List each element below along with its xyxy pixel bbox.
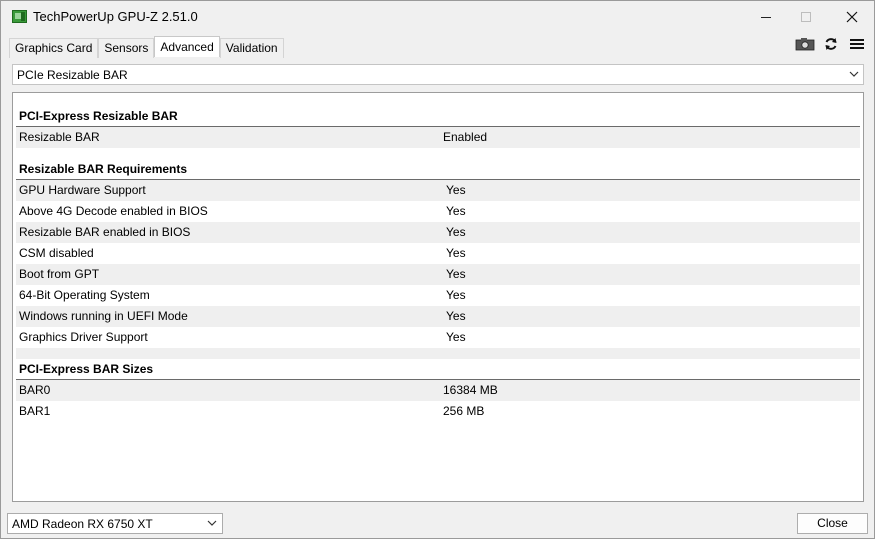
table-row: 64-Bit Operating System Yes — [16, 285, 860, 306]
table-row: GPU Hardware Support Yes — [16, 180, 860, 201]
refresh-button[interactable] — [820, 35, 842, 53]
section-header: PCI-Express BAR Sizes — [16, 359, 860, 380]
row-value: 16384 MB — [443, 383, 498, 397]
row-label: Resizable BAR — [19, 130, 100, 144]
row-label: BAR1 — [19, 404, 51, 418]
row-label: Graphics Driver Support — [19, 330, 148, 344]
row-value: Yes — [446, 225, 466, 239]
category-dropdown-value: PCIe Resizable BAR — [17, 68, 128, 82]
row-label: Above 4G Decode enabled in BIOS — [19, 204, 208, 218]
tab-validation[interactable]: Validation — [219, 38, 284, 58]
section-header: Resizable BAR Requirements — [16, 159, 860, 180]
tab-strip: Graphics Card Sensors Advanced Validatio… — [9, 36, 284, 58]
tab-sensors[interactable]: Sensors — [98, 38, 155, 58]
app-icon — [12, 10, 27, 23]
maximize-icon — [801, 12, 811, 22]
table-row: Boot from GPT Yes — [16, 264, 860, 285]
row-label: Boot from GPT — [19, 267, 100, 281]
close-window-button[interactable] — [829, 1, 875, 33]
table-row: CSM disabled Yes — [16, 243, 860, 264]
row-value: 256 MB — [443, 404, 485, 418]
close-icon — [846, 11, 858, 23]
close-button[interactable]: Close — [797, 513, 868, 534]
window-title: TechPowerUp GPU-Z 2.51.0 — [33, 9, 198, 24]
table-row: Graphics Driver Support Yes — [16, 327, 860, 348]
row-value: Yes — [446, 267, 466, 281]
tab-advanced[interactable]: Advanced — [154, 36, 220, 57]
row-label: Resizable BAR enabled in BIOS — [19, 225, 191, 239]
tab-graphics-card[interactable]: Graphics Card — [9, 38, 99, 58]
row-value: Yes — [446, 288, 466, 302]
maximize-button[interactable] — [783, 1, 829, 33]
menu-button[interactable] — [846, 35, 868, 53]
row-value: Yes — [446, 330, 466, 344]
refresh-icon — [825, 38, 837, 50]
row-value: Yes — [446, 309, 466, 323]
table-row: Windows running in UEFI Mode Yes — [16, 306, 860, 327]
gpuz-window: TechPowerUp GPU-Z 2.51.0 Graphics Card S… — [0, 0, 875, 539]
table-row: Resizable BAR Enabled — [16, 127, 860, 148]
table-row: BAR0 16384 MB — [16, 380, 860, 401]
row-label: BAR0 — [19, 383, 51, 397]
row-value: Yes — [446, 246, 466, 260]
category-dropdown[interactable]: PCIe Resizable BAR — [12, 64, 864, 85]
row-value: Enabled — [443, 130, 488, 144]
toolbar — [794, 35, 868, 53]
camera-icon — [795, 38, 815, 51]
title-bar[interactable]: TechPowerUp GPU-Z 2.51.0 — [1, 1, 874, 33]
gpu-dropdown-value: AMD Radeon RX 6750 XT — [12, 517, 153, 531]
advanced-info-panel: PCI-Express Resizable BAR Resizable BAR … — [12, 92, 864, 502]
section-header: PCI-Express Resizable BAR — [16, 106, 860, 127]
row-value: Yes — [446, 183, 466, 197]
row-label: CSM disabled — [19, 246, 94, 260]
hamburger-menu-icon — [850, 39, 864, 49]
row-label: 64-Bit Operating System — [19, 288, 150, 302]
screenshot-button[interactable] — [794, 35, 816, 53]
table-row: Above 4G Decode enabled in BIOS Yes — [16, 201, 860, 222]
chevron-down-icon — [849, 71, 859, 77]
table-row: Resizable BAR enabled in BIOS Yes — [16, 222, 860, 243]
row-value: Yes — [446, 204, 466, 218]
gpu-dropdown[interactable]: AMD Radeon RX 6750 XT — [7, 513, 223, 534]
minimize-icon — [761, 16, 771, 18]
table-row: BAR1 256 MB — [16, 401, 860, 422]
chevron-down-icon — [207, 520, 217, 526]
row-label: GPU Hardware Support — [19, 183, 146, 197]
row-label: Windows running in UEFI Mode — [19, 309, 188, 323]
